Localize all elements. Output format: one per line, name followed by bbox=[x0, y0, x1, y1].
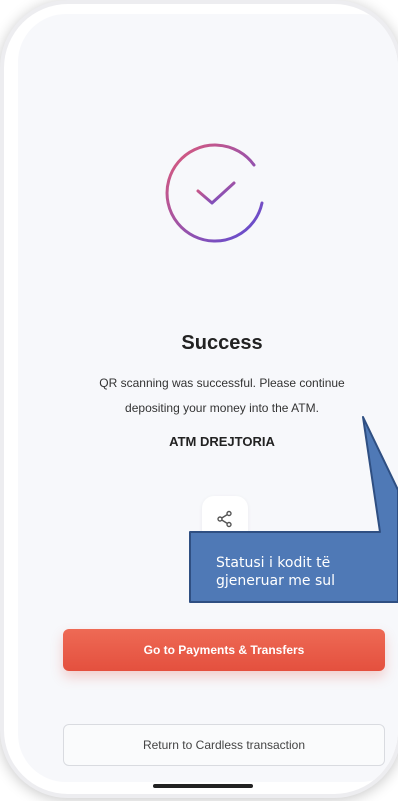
callout-text: Statusi i kodit të gjeneruar me sul bbox=[216, 554, 398, 590]
share-button[interactable] bbox=[202, 496, 248, 542]
success-check-icon bbox=[162, 139, 270, 247]
page-title: Success bbox=[181, 332, 263, 354]
callout-line-1: Statusi i kodit të bbox=[216, 555, 331, 571]
home-indicator bbox=[153, 784, 253, 788]
go-to-payments-button[interactable]: Go to Payments & Transfers bbox=[63, 629, 385, 671]
return-to-cardless-button[interactable]: Return to Cardless transaction bbox=[63, 724, 385, 766]
callout-line-2: gjeneruar me sul bbox=[216, 573, 336, 589]
share-icon bbox=[217, 510, 232, 528]
phone-frame: Success QR scanning was successful. Plea… bbox=[4, 4, 398, 794]
status-message: QR scanning was successful. Please conti… bbox=[99, 376, 345, 415]
atm-name: ATM DREJTORIA bbox=[169, 434, 275, 449]
success-screen: Success QR scanning was successful. Plea… bbox=[18, 14, 398, 782]
